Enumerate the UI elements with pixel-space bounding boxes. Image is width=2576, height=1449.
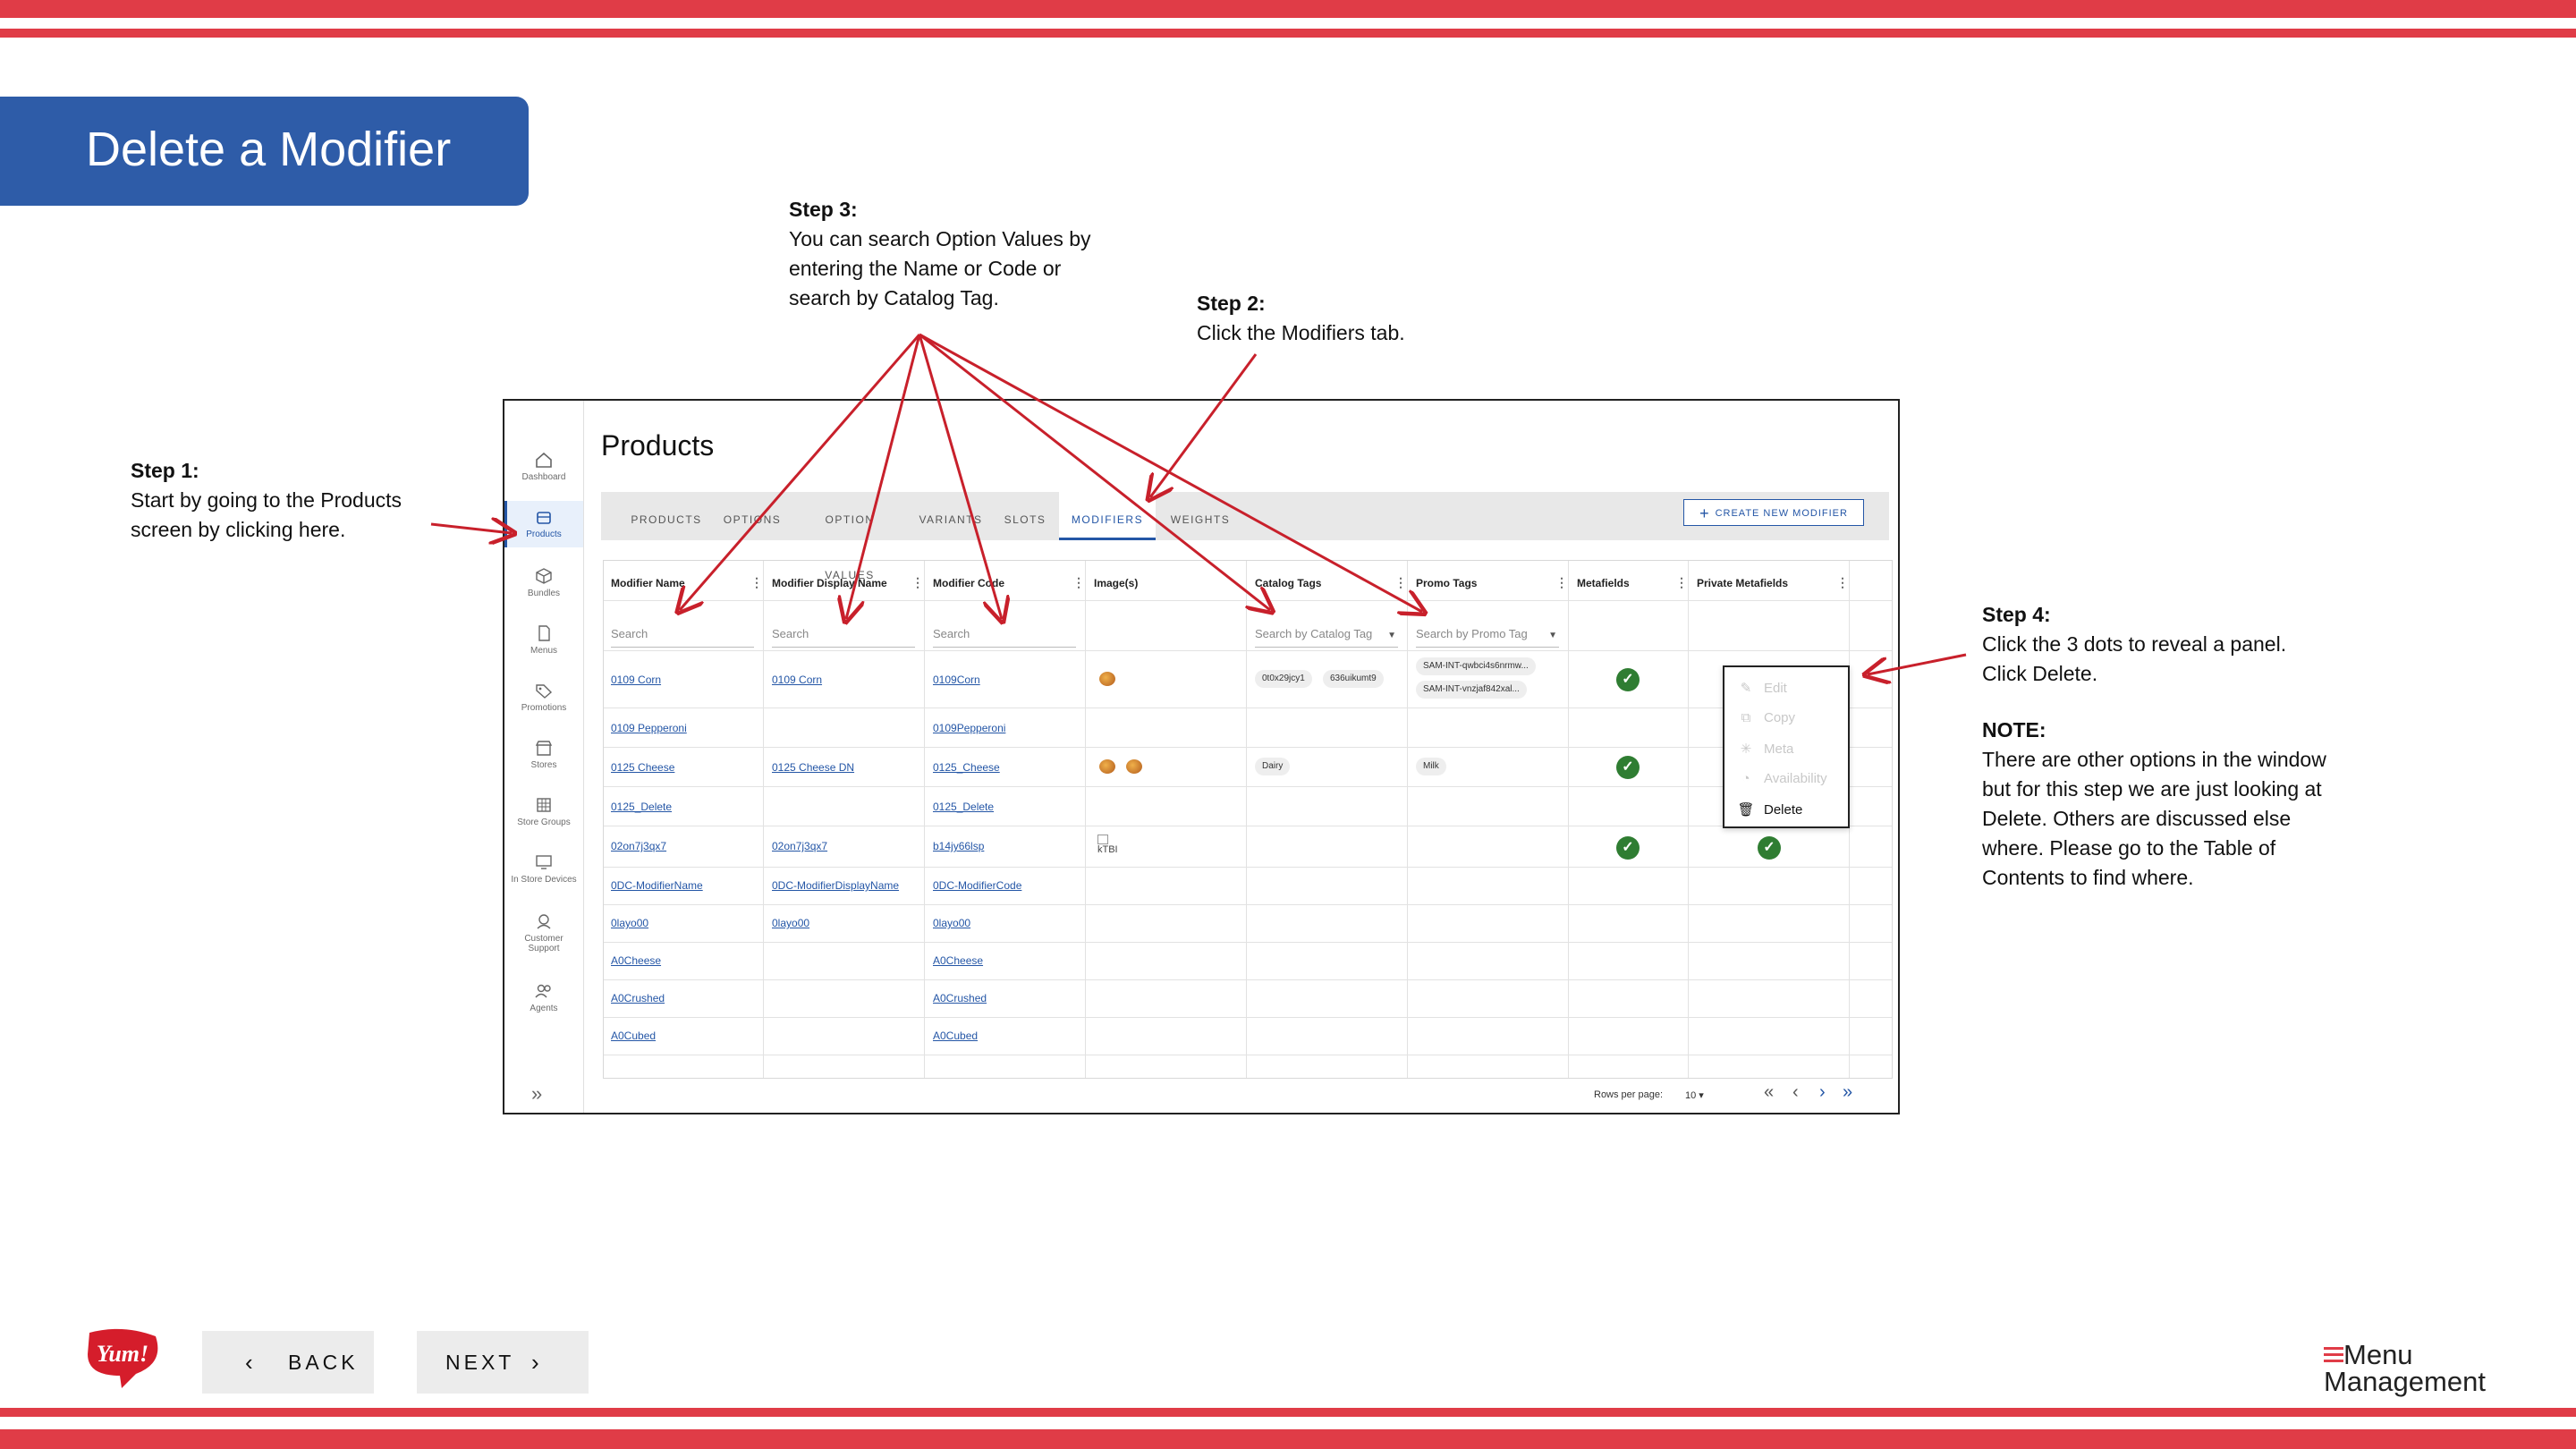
- menu-lines-icon: [2324, 1347, 2343, 1366]
- logo-line: Management: [2324, 1366, 2486, 1397]
- menu-management-logo: Menu Management: [2324, 1341, 2486, 1397]
- yum-logo-text: Yum!: [97, 1341, 148, 1367]
- annotation-arrows: [430, 333, 1967, 1449]
- step3-arrow: [919, 333, 1422, 612]
- next-button[interactable]: NEXT ›: [417, 1331, 589, 1394]
- next-button-label: NEXT: [445, 1351, 515, 1374]
- step3-arrow: [918, 334, 1002, 619]
- chevron-right-icon: ›: [531, 1349, 543, 1376]
- step3-arrow: [919, 333, 1270, 610]
- step2-arrow: [1150, 353, 1258, 497]
- back-button[interactable]: ‹ BACK: [202, 1331, 374, 1394]
- chevron-left-icon: ‹: [245, 1349, 257, 1376]
- step4-arrow: [1868, 653, 1967, 674]
- step1-arrow: [430, 524, 512, 533]
- yum-logo: Yum!: [88, 1328, 158, 1388]
- back-button-label: BACK: [288, 1351, 359, 1374]
